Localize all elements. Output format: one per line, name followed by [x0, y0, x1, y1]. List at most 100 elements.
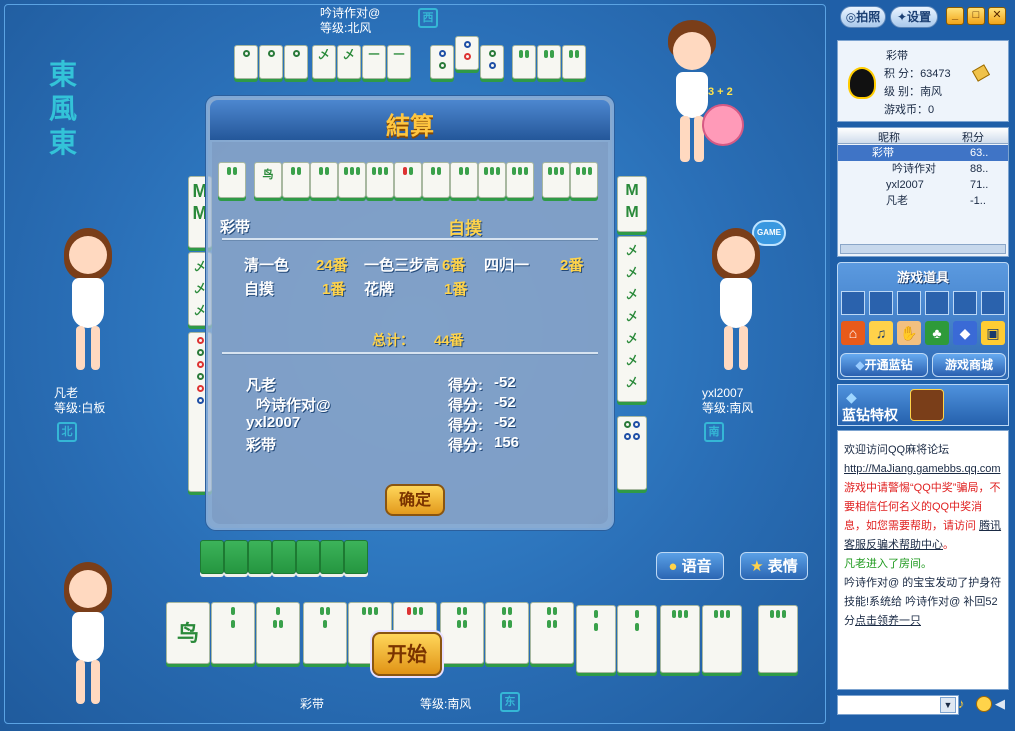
music-note-icon[interactable]: ♫	[869, 321, 893, 345]
eraser-icon[interactable]	[971, 64, 991, 82]
hand-tile[interactable]	[485, 602, 529, 664]
right-player-level: 等级:南风	[702, 401, 754, 415]
tool-slot[interactable]	[953, 291, 977, 315]
tool-slot[interactable]	[981, 291, 1005, 315]
top-tile	[430, 45, 454, 79]
card-tool-icon[interactable]: ▣	[981, 321, 1005, 345]
top-tile: 一	[387, 45, 411, 79]
close-button[interactable]: ✕	[988, 7, 1006, 25]
drawn-tile[interactable]	[758, 605, 798, 673]
win-tile	[282, 162, 310, 198]
top-tile: 乄	[312, 45, 336, 79]
fan-name-4: 自摸	[244, 281, 275, 298]
fan-name-1: 清一色	[244, 257, 290, 274]
voice-button[interactable]: ● 语音	[656, 552, 724, 580]
top-tile	[537, 45, 561, 79]
player-list-row[interactable]: yxl2007 71..	[838, 177, 1008, 193]
hand-count-badge: 3 + 2	[708, 86, 733, 98]
fan-value-4: 1番	[322, 281, 346, 298]
hand-tile[interactable]	[660, 605, 700, 673]
hand-tile[interactable]	[211, 602, 255, 664]
list-player-name: 凡老	[886, 195, 908, 207]
gear-icon: ✦	[896, 10, 908, 24]
tool-slot[interactable]	[897, 291, 921, 315]
game-shop-button[interactable]: 游戏商城	[932, 353, 1006, 377]
open-blue-diamond-button[interactable]: ◆开通蓝钻	[840, 353, 928, 377]
top-tile: 一	[362, 45, 386, 79]
list-player-name: 彩带	[872, 147, 894, 159]
tool-slot[interactable]	[925, 291, 949, 315]
music-icon[interactable]: ♪	[958, 696, 965, 711]
win-type: 自摸	[448, 219, 482, 238]
user-coins-label: 游戏币：	[884, 104, 928, 116]
tool-slot[interactable]	[869, 291, 893, 315]
list-player-score: 71..	[970, 179, 989, 191]
emote-button[interactable]: ★ 表情	[740, 552, 808, 580]
player-list-header: 昵称 积分	[838, 128, 1008, 144]
bottom-player-level: 等级:南风	[420, 697, 472, 711]
hand-tile[interactable]	[702, 605, 742, 673]
hand-tile[interactable]	[617, 605, 657, 673]
hand-tile[interactable]	[576, 605, 616, 673]
chevron-down-icon[interactable]: ▼	[940, 697, 956, 713]
speaker-icon[interactable]: ◀	[995, 696, 1005, 712]
camera-icon: ◎	[845, 10, 857, 24]
forum-link[interactable]: http://MaJiang.gamebbs.qq.com	[844, 463, 1001, 475]
top-tile	[455, 36, 479, 70]
qq-penguin-icon	[848, 67, 876, 99]
top-tile	[562, 45, 586, 79]
settings-button[interactable]: ✦设置	[890, 6, 938, 28]
wind-char-3: 東	[48, 126, 77, 159]
right-tile	[617, 416, 647, 490]
hand-tile[interactable]	[530, 602, 574, 664]
blue-diamond-icon: ◆	[846, 389, 857, 405]
dialog-body: 鸟 彩带 自摸 清一色 24番 一色三步高 6番 四归一 2番 自摸 1番 花牌…	[212, 142, 608, 524]
minimize-icon: _	[951, 9, 959, 21]
list-player-name: yxl2007	[886, 179, 924, 191]
photo-button[interactable]: ◎拍照	[840, 6, 886, 28]
bottle-tool-icon[interactable]: ♣	[925, 321, 949, 345]
wall-tile	[248, 540, 272, 574]
hand-tool-icon[interactable]: ✋	[897, 321, 921, 345]
score-name-2: 吟诗作对@	[256, 397, 331, 414]
chat-warning-text: 游戏中请警惕“QQ中奖”骗局，不要相信任何名义的QQ中奖消息，如您需要帮助，请访…	[844, 482, 1001, 532]
start-button[interactable]: 开始	[372, 632, 442, 676]
adopt-pet-link[interactable]: 点击领养一只	[855, 615, 921, 627]
fan-value-1: 24番	[316, 257, 348, 274]
right-tile: 乄乄乄乄乄乄乄	[617, 236, 647, 402]
score-name-3: yxl2007	[246, 414, 301, 431]
game-table: 東 風 東 吟诗作对@ 等级:北风 西 乄 乄 一 一 3 + 2 GAME 凡…	[0, 0, 830, 731]
blue-diamond-privilege-banner[interactable]: ◆ 蓝钻特权	[837, 384, 1009, 426]
player-list-row[interactable]: 吟诗作对 88..	[838, 161, 1008, 177]
hand-tile-bird[interactable]: 鸟	[166, 602, 210, 664]
tool-slot[interactable]	[841, 291, 865, 315]
score-column-header[interactable]: 积分	[962, 129, 984, 145]
win-tile	[506, 162, 534, 198]
nick-column-header[interactable]: 昵称	[878, 129, 900, 145]
tools-title: 游戏道具	[896, 270, 949, 285]
score-value-1: -52	[494, 374, 516, 391]
diamond-tool-icon[interactable]: ◆	[953, 321, 977, 345]
wall-tile	[320, 540, 344, 574]
total-value: 44番	[434, 332, 464, 348]
hand-tile[interactable]	[440, 602, 484, 664]
pig-pet-icon	[702, 104, 744, 146]
close-icon: ✕	[992, 9, 1002, 21]
smiley-icon[interactable]	[976, 696, 992, 712]
minimize-button[interactable]: _	[946, 7, 964, 25]
player-list-row[interactable]: 凡老 -1..	[838, 193, 1008, 209]
maximize-button[interactable]: □	[967, 7, 985, 25]
fan-value-3: 2番	[560, 257, 584, 274]
home-tool-icon[interactable]: ⌂	[841, 321, 865, 345]
confirm-button[interactable]: 确定	[385, 484, 445, 516]
game-tools-box: 游戏道具 ⌂ ♫ ✋ ♣ ◆ ▣ ◆开通蓝钻 游戏商城	[837, 262, 1009, 380]
player-list-row[interactable]: 彩带 63..	[838, 145, 1008, 161]
win-tile	[338, 162, 366, 198]
blue-diamond-icon: ◆	[855, 358, 865, 372]
hand-tile[interactable]	[303, 602, 347, 664]
horizontal-scrollbar[interactable]	[840, 244, 1006, 254]
wall-tile	[224, 540, 248, 574]
win-tile	[450, 162, 478, 198]
hand-tile[interactable]	[256, 602, 300, 664]
settings-label: 设置	[907, 10, 932, 24]
